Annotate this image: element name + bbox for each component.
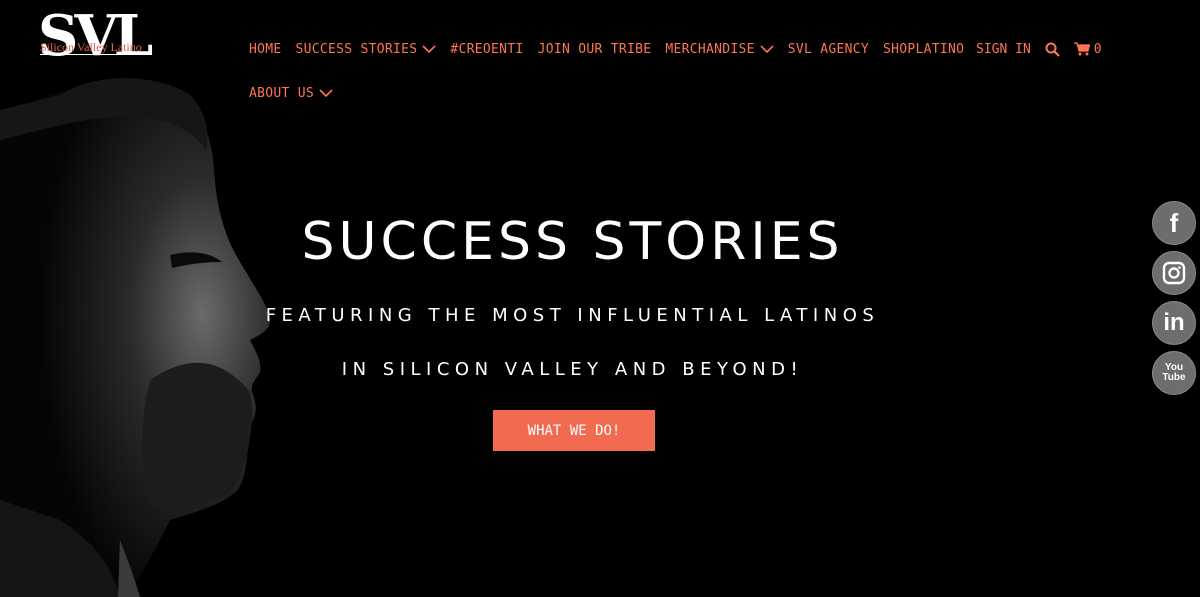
nav-row-primary: HOME SUCCESS STORIES #CREOENTI JOIN OUR TRI… xyxy=(249,38,964,60)
nav-item-merchandise[interactable]: MERCHANDISE xyxy=(665,41,774,57)
instagram-button[interactable] xyxy=(1152,251,1196,295)
hero-subtitle-line-2: IN SILICON VALLEY AND BEYOND! xyxy=(341,359,804,380)
logo-underline xyxy=(40,54,140,55)
logo-wordmark: Silicon Valley Latino xyxy=(40,40,142,54)
nav-item-label: HOME xyxy=(249,41,282,57)
logo-monogram: SVL xyxy=(38,3,153,69)
nav-item-label: SVL AGENCY xyxy=(787,41,870,57)
chevron-down-icon xyxy=(422,45,436,54)
nav-item-success-stories[interactable]: SUCCESS STORIES xyxy=(296,42,437,57)
social-links: f in You Tube xyxy=(1152,201,1196,401)
hero-subtitle-line-1: FEATURING THE MOST INFLUENTIAL LATINOS xyxy=(265,305,880,326)
linkedin-icon: in xyxy=(1163,309,1185,336)
nav-item-svl-agency[interactable]: SVL AGENCY xyxy=(788,42,869,57)
nav-item-label: SUCCESS STORIES xyxy=(295,41,418,57)
utility-navigation: SIGN IN 0 xyxy=(976,38,1116,60)
cart-count: 0 xyxy=(1093,41,1102,57)
nav-item-join-our-tribe[interactable]: JOIN OUR TRIBE xyxy=(538,42,652,57)
what-we-do-button[interactable]: WHAT WE DO! xyxy=(493,410,655,451)
chevron-down-icon xyxy=(760,45,774,54)
nav-item-label: MERCHANDISE xyxy=(665,41,755,57)
nav-item-label: SHOPLATINO xyxy=(883,41,965,57)
nav-item-home[interactable]: HOME xyxy=(249,42,282,57)
chevron-down-icon xyxy=(319,89,333,98)
nav-item-label: #CREOENTI xyxy=(450,41,524,57)
nav-item-label: JOIN OUR TRIBE xyxy=(537,41,652,57)
search-icon xyxy=(1045,42,1060,57)
cart-icon xyxy=(1073,42,1090,56)
facebook-button[interactable]: f xyxy=(1152,201,1196,245)
cart-button[interactable]: 0 xyxy=(1073,41,1102,57)
youtube-icon: You Tube xyxy=(1162,362,1186,383)
linkedin-button[interactable]: in xyxy=(1152,301,1196,345)
nav-item-label: ABOUT US xyxy=(249,85,315,101)
nav-item-about-us[interactable]: ABOUT US xyxy=(249,86,333,101)
facebook-icon: f xyxy=(1169,207,1179,238)
hero-title: SUCCESS STORIES xyxy=(301,212,844,272)
nav-item-creoenti[interactable]: #CREOENTI xyxy=(450,42,523,57)
sign-in-link[interactable]: SIGN IN xyxy=(976,42,1031,57)
youtube-button[interactable]: You Tube xyxy=(1152,351,1196,395)
search-button[interactable] xyxy=(1045,42,1060,57)
nav-item-shoplatino[interactable]: SHOPLATINO xyxy=(883,42,964,57)
site-logo[interactable]: SVL Silicon Valley Latino xyxy=(38,8,153,70)
instagram-icon xyxy=(1162,261,1186,285)
hero-background-image xyxy=(0,0,1200,597)
main-navigation: HOME SUCCESS STORIES #CREOENTI JOIN OUR TRI… xyxy=(249,38,964,101)
nav-row-secondary: ABOUT US xyxy=(249,82,347,104)
